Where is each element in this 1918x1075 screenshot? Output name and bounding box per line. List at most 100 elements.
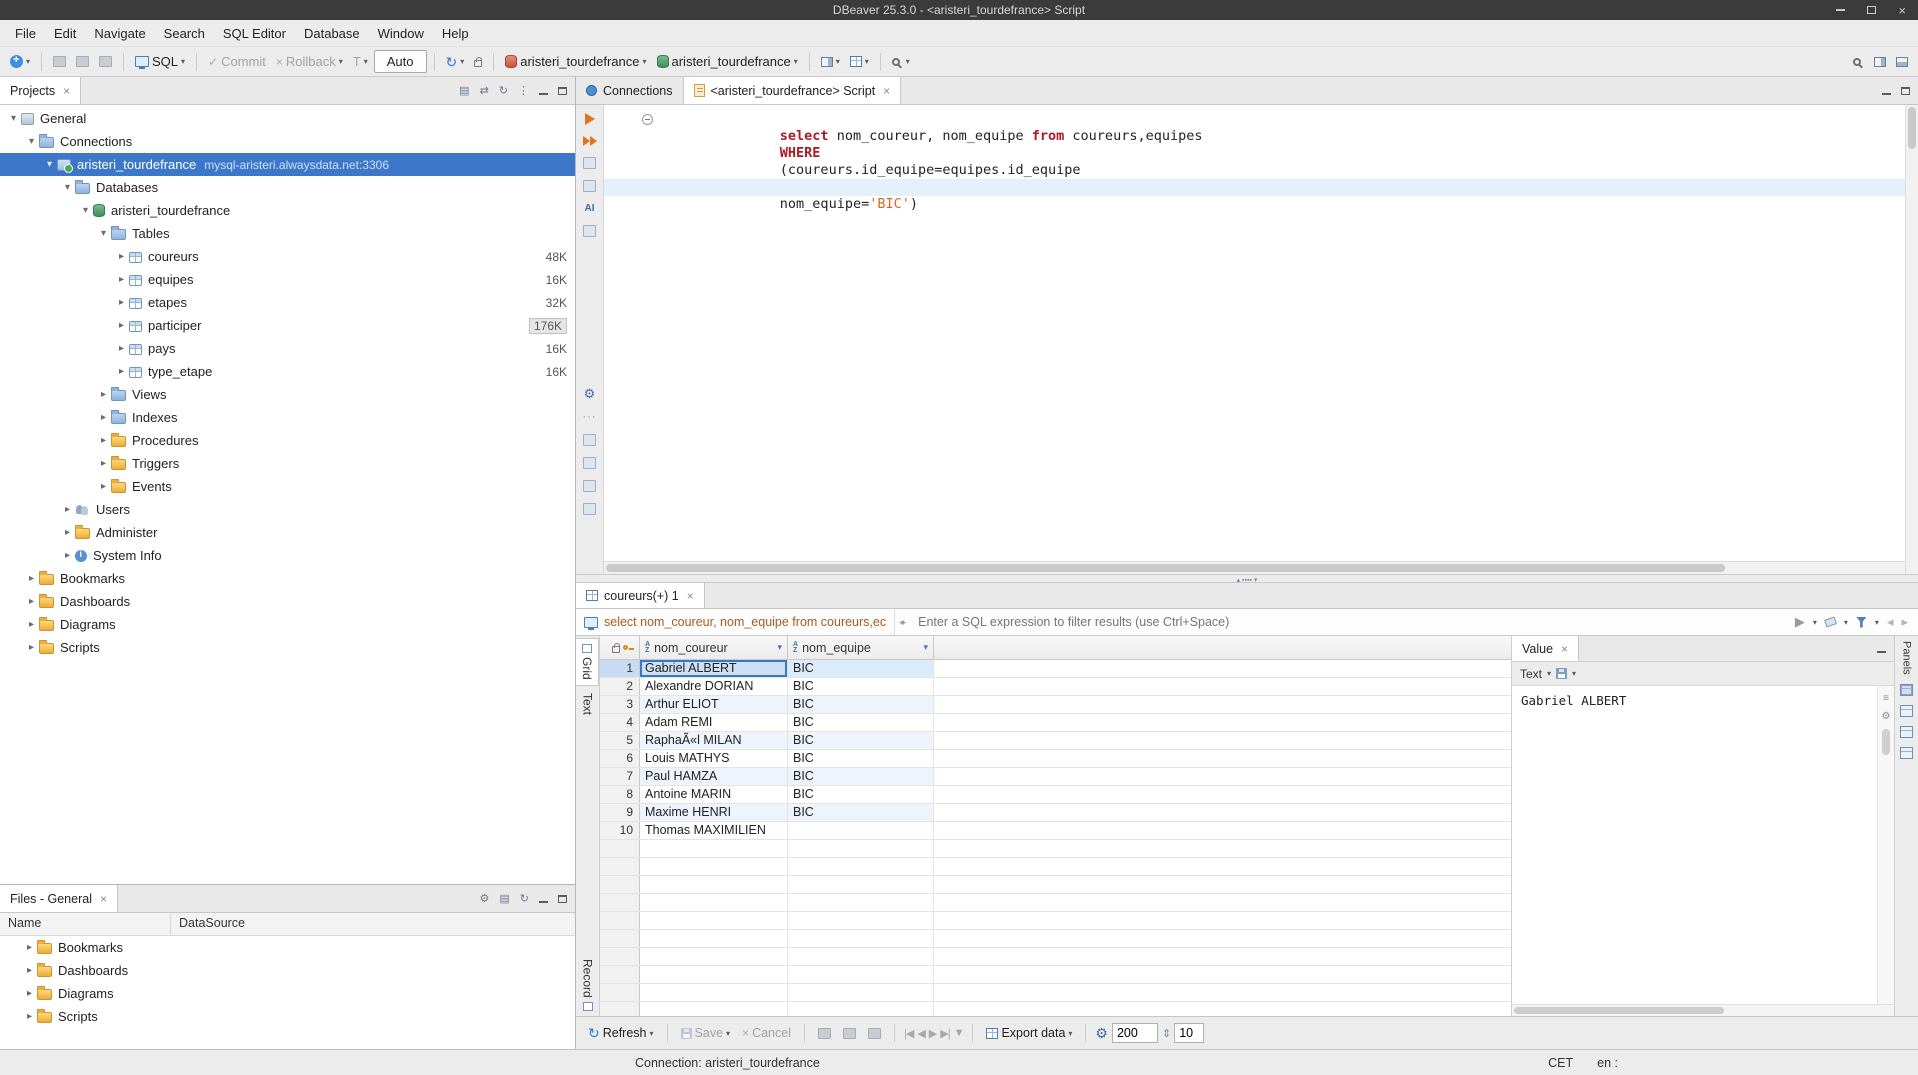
tree-item-connection-aristeri[interactable]: ▾aristeri_tourdefrancemysql-aristeri.alw… — [0, 153, 575, 176]
rollback-button[interactable]: ×Rollback▾ — [272, 52, 347, 71]
expander-icon[interactable]: ▸ — [22, 988, 37, 999]
cell-nom-coureur[interactable]: Adam REMI — [640, 714, 788, 731]
grid-row-1[interactable]: 1 Gabriel ALBERT BIC — [600, 660, 1511, 678]
first-page-icon[interactable]: |◀ — [904, 1027, 913, 1040]
save-button[interactable]: Save▾ — [677, 1024, 735, 1042]
ai-assistant-icon[interactable]: AI — [585, 203, 595, 214]
tab-coureurs-result[interactable]: coureurs(+) 1 × — [576, 583, 705, 608]
sql-code-area[interactable]: select nom_coureur, nom_equipe from cour… — [604, 105, 1905, 561]
close-icon[interactable]: × — [1561, 642, 1568, 656]
tree-item-indexes[interactable]: ▸Indexes — [0, 406, 575, 429]
row-number[interactable]: 1 — [600, 660, 640, 677]
file-item-dashboards[interactable]: ▸Dashboards — [0, 959, 575, 982]
nav-forward-icon[interactable]: ▸ — [1901, 614, 1908, 630]
prev-page-icon[interactable]: ◀ — [917, 1027, 924, 1040]
expander-icon[interactable]: ▾ — [42, 159, 57, 170]
new-sql-editor-button[interactable]: SQL▾ — [131, 52, 189, 71]
editor-settings-icon[interactable]: ⚙ — [584, 387, 596, 400]
value-settings-icon[interactable]: ⚙ — [1882, 711, 1891, 722]
code-line-1[interactable]: select nom_coureur, nom_equipe from cour… — [604, 111, 1905, 128]
expander-icon[interactable]: ▾ — [78, 205, 93, 216]
cell-nom-coureur[interactable]: Alexandre DORIAN — [640, 678, 788, 695]
code-line-5[interactable]: nom_equipe='BIC') — [604, 179, 1905, 196]
cell-nom-coureur[interactable]: Arthur ELIOT — [640, 696, 788, 713]
expander-icon[interactable]: ▸ — [24, 619, 39, 630]
tree-item-scripts[interactable]: ▸Scripts — [0, 636, 575, 659]
tab-record-mode[interactable]: Record — [576, 954, 599, 1016]
editor-results-splitter[interactable]: ▴ ▪▪▪▪ ▾ — [576, 575, 1918, 583]
minimize-panel-icon[interactable] — [539, 901, 548, 903]
expander-icon[interactable]: ▸ — [114, 251, 129, 262]
menu-edit[interactable]: Edit — [45, 23, 85, 44]
cell-nom-equipe[interactable]: BIC — [788, 750, 934, 767]
search-tool-button[interactable]: ▾ — [888, 55, 914, 68]
tree-item-system-info[interactable]: ▸System Info — [0, 544, 575, 567]
auto-commit-button[interactable]: Auto — [374, 50, 427, 73]
grid-row-4[interactable]: 4 Adam REMI BIC — [600, 714, 1511, 732]
database-selector[interactable]: aristeri_tourdefrance▾ — [653, 52, 802, 71]
cell-nom-equipe[interactable]: BIC — [788, 786, 934, 803]
menu-file[interactable]: File — [6, 23, 45, 44]
refresh-connection-button[interactable]: ↻▾ — [442, 53, 469, 71]
grid-empty-row[interactable] — [600, 876, 1511, 894]
grid-row-9[interactable]: 9 Maxime HENRI BIC — [600, 804, 1511, 822]
value-mode-dropdown-icon[interactable]: ▾ — [1547, 669, 1551, 678]
calc-panel-icon[interactable] — [1900, 705, 1913, 717]
clear-filter-icon[interactable] — [1824, 616, 1837, 627]
expander-icon[interactable]: ▸ — [22, 942, 37, 953]
row-number[interactable]: 10 — [600, 822, 640, 839]
expander-icon[interactable]: ▾ — [96, 228, 111, 239]
segment-size-icon[interactable]: ⇕ — [1162, 1027, 1170, 1040]
cell-nom-equipe[interactable]: BIC — [788, 714, 934, 731]
expander-icon[interactable]: ▸ — [60, 527, 75, 538]
output-view-button[interactable]: ▾ — [817, 55, 844, 69]
cell-nom-coureur[interactable]: Gabriel ALBERT — [640, 660, 788, 677]
row-number[interactable]: 3 — [600, 696, 640, 713]
tree-item-views[interactable]: ▸Views — [0, 383, 575, 406]
fetch-size-input[interactable] — [1112, 1023, 1158, 1043]
tree-item-connections[interactable]: ▾Connections — [0, 130, 575, 153]
quick-search-button[interactable] — [1849, 56, 1868, 68]
splitter-handle-icon[interactable]: ▴ ▪▪▪▪ ▾ — [1237, 576, 1258, 584]
maximize-panel-icon[interactable] — [558, 87, 567, 95]
scrollbar-thumb[interactable] — [1514, 1007, 1724, 1014]
row-number[interactable]: 4 — [600, 714, 640, 731]
menu-navigate[interactable]: Navigate — [85, 23, 154, 44]
close-icon[interactable]: × — [883, 84, 890, 98]
menu-sql-editor[interactable]: SQL Editor — [214, 23, 295, 44]
nav-back-icon[interactable]: ◂ — [1887, 614, 1894, 630]
grid-empty-row[interactable] — [600, 930, 1511, 948]
cell-nom-coureur[interactable]: Paul HAMZA — [640, 768, 788, 785]
add-row-button[interactable] — [814, 1026, 835, 1041]
tree-item-bookmarks[interactable]: ▸Bookmarks — [0, 567, 575, 590]
grid-view-button[interactable]: ▾ — [846, 54, 873, 69]
view-menu-icon[interactable]: ⋮ — [518, 84, 529, 97]
status-language[interactable]: en : — [1597, 1056, 1618, 1070]
tab-text-presentation[interactable]: Text — [576, 688, 599, 720]
expander-icon[interactable]: ▸ — [24, 573, 39, 584]
cell-nom-coureur[interactable]: Louis MATHYS — [640, 750, 788, 767]
column-menu-icon[interactable]: ▾ — [923, 642, 928, 653]
save-value-dropdown-icon[interactable]: ▾ — [1572, 669, 1576, 678]
cell-nom-coureur[interactable]: Thomas MAXIMILIEN — [640, 822, 788, 839]
menu-search[interactable]: Search — [155, 23, 214, 44]
tab-files-general[interactable]: Files - General × — [0, 885, 118, 912]
filter-history-icon[interactable]: ▾ — [1813, 618, 1817, 627]
expander-icon[interactable]: ▸ — [114, 320, 129, 331]
tree-item-diagrams[interactable]: ▸Diagrams — [0, 613, 575, 636]
menu-help[interactable]: Help — [433, 23, 478, 44]
grid-empty-row[interactable] — [600, 912, 1511, 930]
column-header-nom-equipe[interactable]: AZ nom_equipe ▾ — [788, 636, 934, 659]
cell-nom-coureur[interactable]: RaphaÃ«l MILAN — [640, 732, 788, 749]
toggle-bottom-panel-button[interactable] — [1892, 55, 1912, 69]
filter-dropdown-icon[interactable]: ▾ — [1875, 618, 1879, 627]
word-wrap-icon[interactable]: ≡ — [1883, 693, 1889, 704]
grid-empty-row[interactable] — [600, 894, 1511, 912]
export-result-icon[interactable] — [583, 180, 596, 192]
tree-item-tables[interactable]: ▾Tables — [0, 222, 575, 245]
tree-item-table-type-etape[interactable]: ▸type_etape16K — [0, 360, 575, 383]
value-viewer-toggle-icon[interactable] — [1900, 684, 1913, 696]
tree-item-administer[interactable]: ▸Administer — [0, 521, 575, 544]
references-panel-icon[interactable] — [1900, 747, 1913, 759]
tx-tool-2[interactable] — [72, 54, 93, 69]
